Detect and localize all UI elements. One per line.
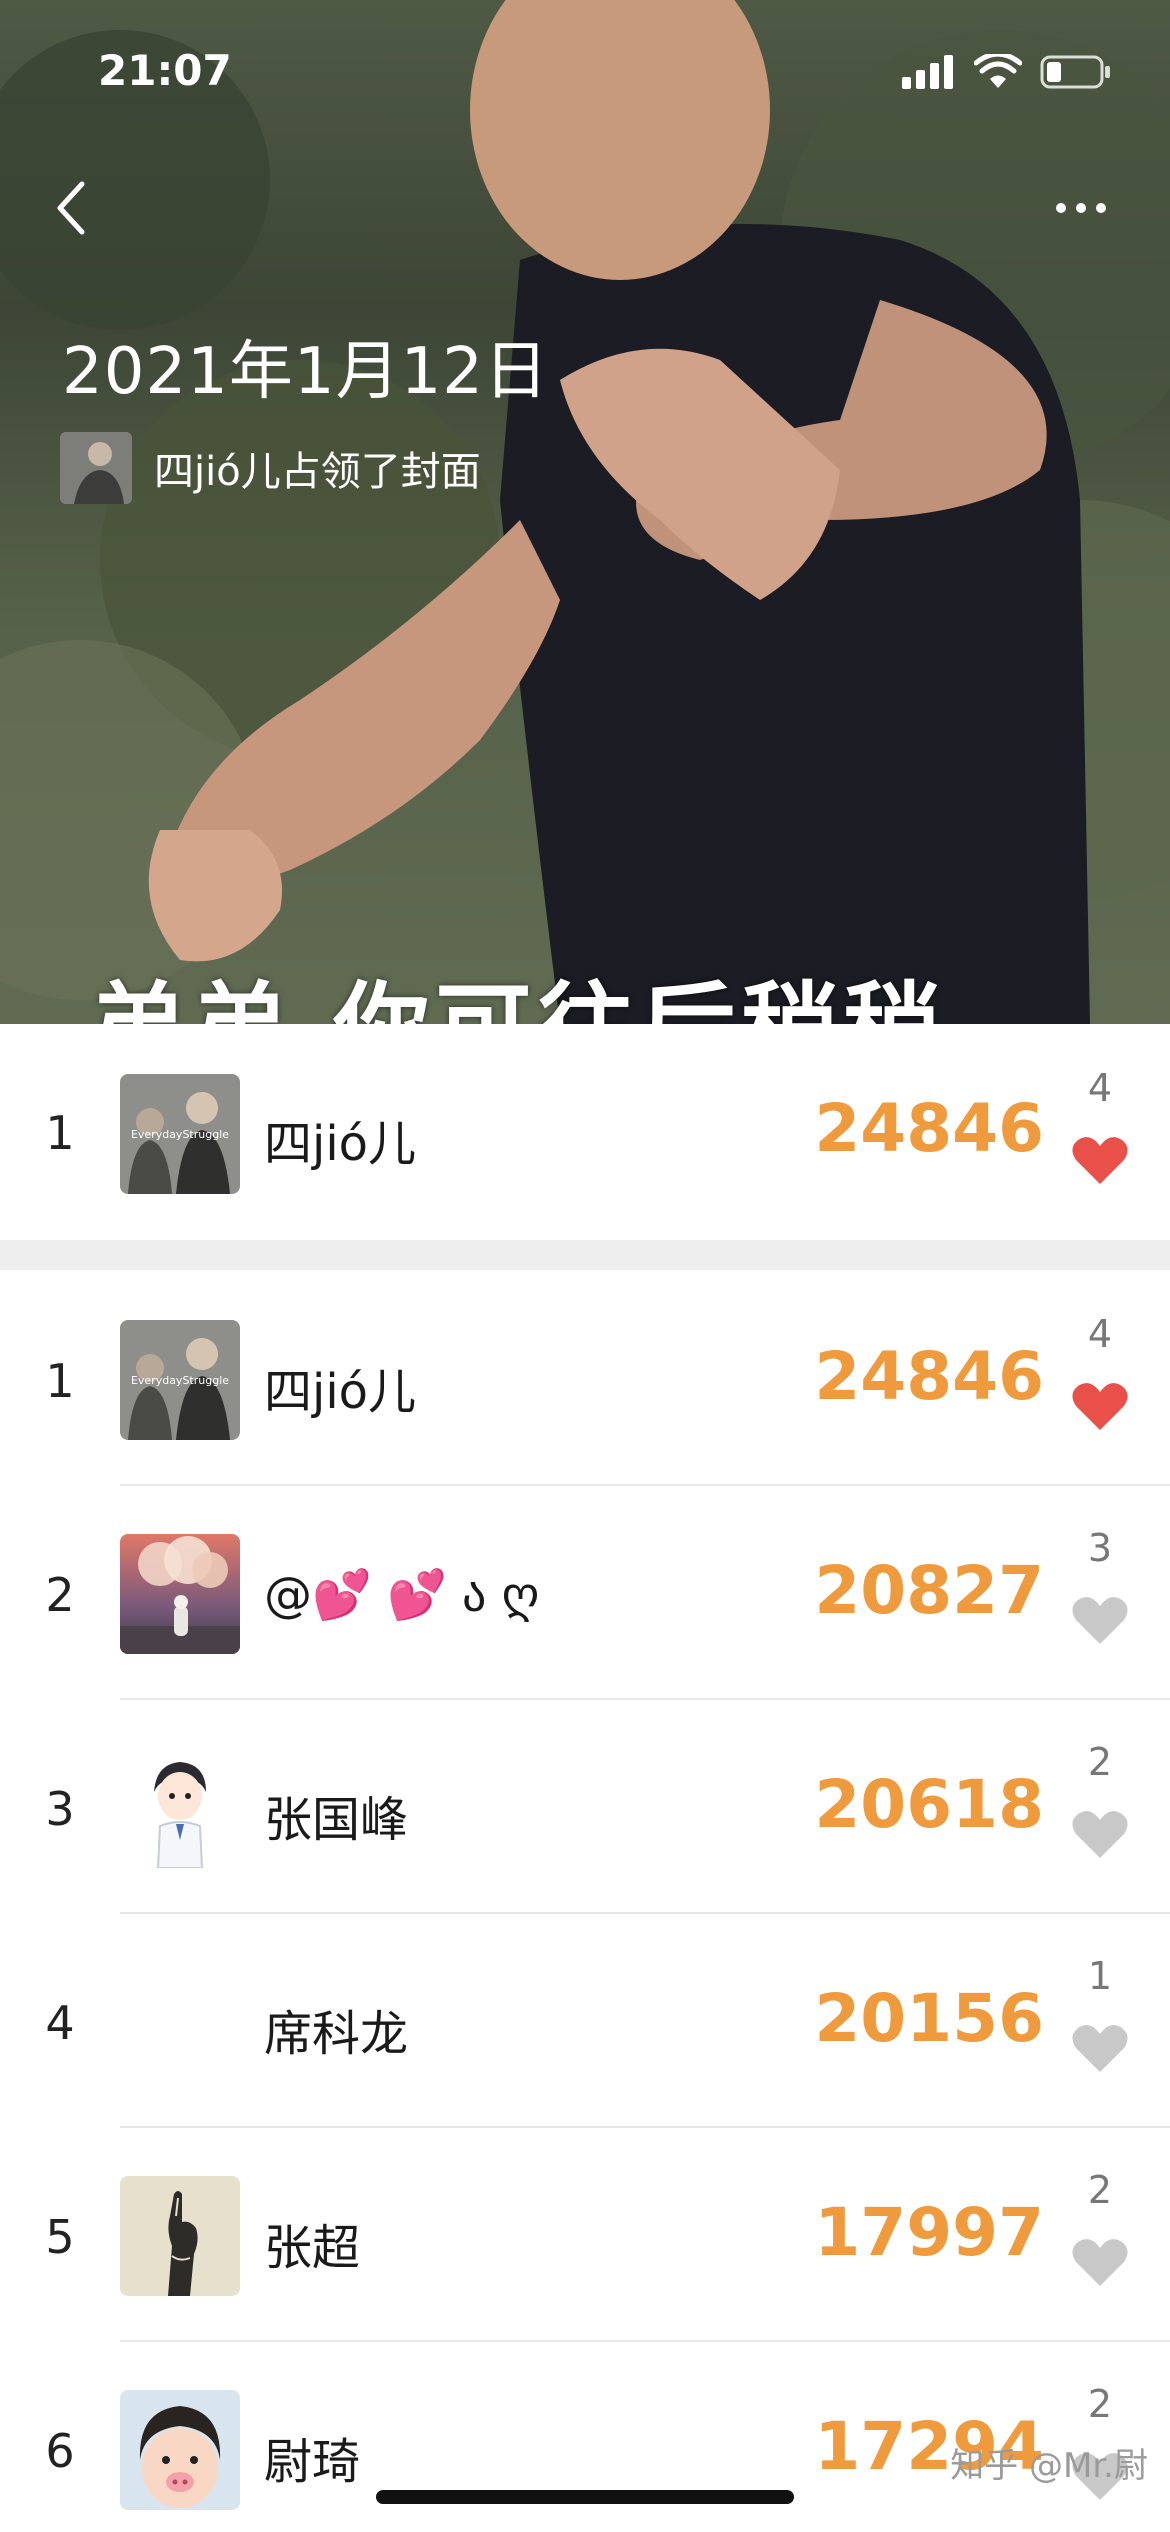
cover-owner-avatar [60, 432, 132, 504]
my-rank-row[interactable]: 1 EverydayStruggle 四jió儿 24846 4 [0, 1024, 1170, 1240]
step-count: 24846 [814, 1338, 1044, 1415]
leaderboard-row[interactable]: 5 张超 17997 2 [0, 2128, 1170, 2342]
more-options-button[interactable] [1036, 178, 1126, 238]
leaderboard-row[interactable]: 1 EverydayStruggle 四jió儿 24846 4 [0, 1272, 1170, 1486]
avatar[interactable] [120, 1534, 240, 1654]
like-count: 2 [1087, 1740, 1113, 1784]
battery-icon [1040, 55, 1110, 89]
rank-number: 4 [45, 1996, 75, 2050]
like-count: 2 [1087, 2168, 1113, 2212]
avatar[interactable]: EverydayStruggle [120, 1074, 240, 1194]
back-button[interactable] [40, 168, 100, 248]
leaderboard-row[interactable]: 2 @💕 💕 ა ღ 20827 3 [0, 1486, 1170, 1700]
user-name: 席科龙 [264, 2006, 409, 2062]
heart-icon[interactable] [1070, 2022, 1130, 2074]
rank-number: 1 [45, 1106, 75, 1160]
heart-icon[interactable] [1070, 1134, 1130, 1186]
rank-number: 5 [45, 2210, 75, 2264]
chevron-left-icon [57, 181, 85, 235]
svg-text:EverydayStruggle: EverydayStruggle [131, 1374, 229, 1387]
like-count: 2 [1087, 2382, 1113, 2426]
heart-icon[interactable] [1070, 1380, 1130, 1432]
rank-number: 1 [45, 1354, 75, 1408]
cover-photo [0, 0, 1170, 1024]
avatar[interactable] [120, 1748, 240, 1868]
user-name: 四jió儿 [264, 1116, 417, 1172]
heart-icon[interactable] [1070, 1808, 1130, 1860]
leaderboard-row[interactable]: 4 席科龙 20156 1 [0, 1914, 1170, 2128]
heart-icon[interactable] [1070, 1594, 1130, 1646]
more-dot-icon [1076, 203, 1086, 213]
user-name: 张国峰 [264, 1792, 409, 1848]
more-dot-icon [1056, 203, 1066, 213]
rank-number: 2 [45, 1568, 75, 1622]
more-dot-icon [1096, 203, 1106, 213]
cover-owner[interactable]: 四jió儿占领了封面 [60, 432, 481, 504]
rank-number: 6 [45, 2424, 75, 2478]
like-count: 1 [1087, 1954, 1113, 1998]
like-count: 4 [1087, 1066, 1113, 1110]
signal-icon [902, 55, 953, 89]
step-count: 17997 [814, 2194, 1044, 2271]
svg-text:EverydayStruggle: EverydayStruggle [131, 1128, 229, 1141]
heart-icon[interactable] [1070, 2236, 1130, 2288]
step-count: 20156 [814, 1980, 1044, 2057]
status-time: 21:07 [98, 46, 232, 95]
status-icons [902, 54, 1112, 90]
cover-caption: 弟弟 你可往后稍稍 [90, 950, 945, 1024]
leaderboard-row[interactable]: 3 张国峰 20618 2 [0, 1700, 1170, 1914]
user-name: 张超 [264, 2220, 361, 2276]
step-count: 20827 [814, 1552, 1044, 1629]
cover-date-title: 2021年1月12日 [62, 335, 550, 409]
cover-image[interactable]: 21:07 2021年1月12日 四jió儿占领了封面 [0, 0, 1170, 1024]
avatar[interactable]: EverydayStruggle [120, 1320, 240, 1440]
user-name: @💕 💕 ა ღ [264, 1567, 540, 1623]
avatar[interactable] [120, 2176, 240, 2296]
like-count: 3 [1087, 1526, 1113, 1570]
section-gap [0, 1240, 1170, 1270]
avatar[interactable] [120, 2390, 240, 2510]
rank-number: 3 [45, 1782, 75, 1836]
wifi-icon [974, 54, 1022, 88]
avatar[interactable] [120, 1962, 240, 2082]
step-count: 20618 [814, 1766, 1044, 1843]
home-indicator[interactable] [376, 2490, 794, 2504]
watermark: 知乎 @Mr.尉 [950, 2446, 1148, 2486]
user-name: 尉琦 [264, 2434, 361, 2490]
like-count: 4 [1087, 1312, 1113, 1356]
cover-owner-label: 四jió儿占领了封面 [154, 449, 481, 495]
user-name: 四jió儿 [264, 1364, 417, 1420]
step-count: 24846 [814, 1090, 1044, 1167]
